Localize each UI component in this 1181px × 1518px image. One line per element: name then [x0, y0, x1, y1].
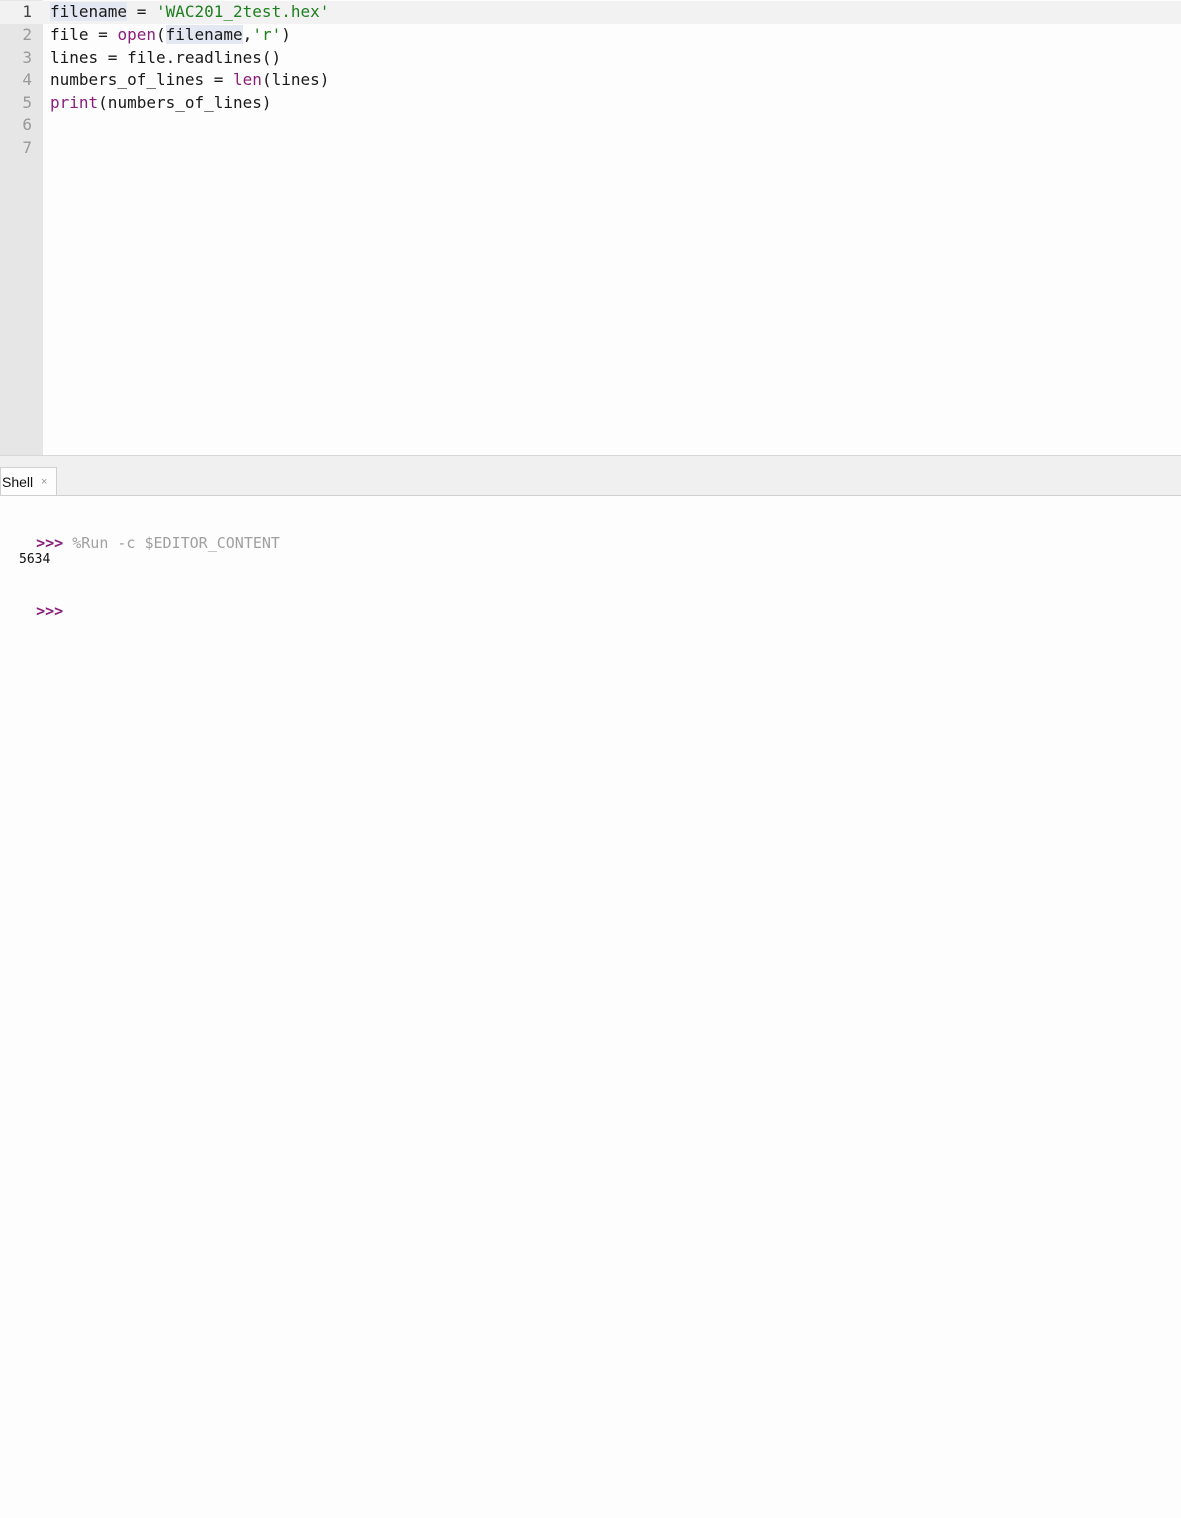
editor-line-3[interactable]: 3 lines = file.readlines(): [0, 47, 1181, 70]
code-token: =: [127, 2, 156, 21]
string-literal: 'r': [252, 25, 282, 44]
line-number: 7: [22, 138, 32, 157]
line-number: 6: [22, 115, 32, 135]
builtin-token: len: [233, 70, 262, 90]
line-number: 5: [22, 92, 32, 112]
string-literal: 'WAC201_2test.hex': [155, 2, 330, 21]
line-number: 4: [22, 70, 32, 90]
code-text: lines = file.readlines(): [50, 47, 282, 67]
builtin-token: open: [117, 25, 156, 44]
shell-console[interactable]: >>> %Run -c $EDITOR_CONTENT 5634 >>>: [0, 496, 1181, 1518]
code-token: filename: [165, 25, 243, 44]
shell-input-line[interactable]: >>>: [0, 584, 63, 638]
prompt-icon: >>>: [36, 602, 64, 620]
close-icon[interactable]: ×: [41, 468, 47, 496]
code-token: file =: [50, 25, 118, 44]
tab-label: Shell: [2, 474, 34, 490]
line-number: 1: [22, 2, 32, 21]
editor-line-7[interactable]: 7: [0, 137, 1181, 160]
run-command: %Run -c $EDITOR_CONTENT: [72, 534, 280, 552]
editor-line-1[interactable]: 1 filename = 'WAC201_2test.hex': [0, 1, 1181, 24]
editor-line-4[interactable]: 4 numbers_of_lines = len(lines): [0, 69, 1181, 92]
tab-shell[interactable]: Shell ×: [0, 467, 57, 495]
editor-line-5[interactable]: 5 print(numbers_of_lines): [0, 92, 1181, 115]
shell-output: 5634: [19, 552, 51, 567]
prompt-icon: >>>: [36, 534, 64, 552]
builtin-token: print: [50, 92, 99, 112]
code-token: (numbers_of_lines): [98, 92, 272, 112]
line-number: 3: [22, 47, 32, 67]
editor-line-6[interactable]: 6: [0, 114, 1181, 137]
line-number: 2: [22, 25, 32, 44]
code-editor[interactable]: 1 filename = 'WAC201_2test.hex' 2 file =…: [0, 0, 1181, 455]
code-token: ): [281, 25, 291, 44]
shell-tab-bar: Shell ×: [0, 463, 1181, 496]
code-token: numbers_of_lines =: [50, 70, 234, 90]
code-token: (: [155, 25, 166, 44]
editor-line-2[interactable]: 2 file = open(filename,'r'): [0, 24, 1181, 47]
code-token: (lines): [261, 70, 330, 90]
code-token: filename: [50, 2, 128, 21]
code-token: ,: [242, 25, 253, 44]
